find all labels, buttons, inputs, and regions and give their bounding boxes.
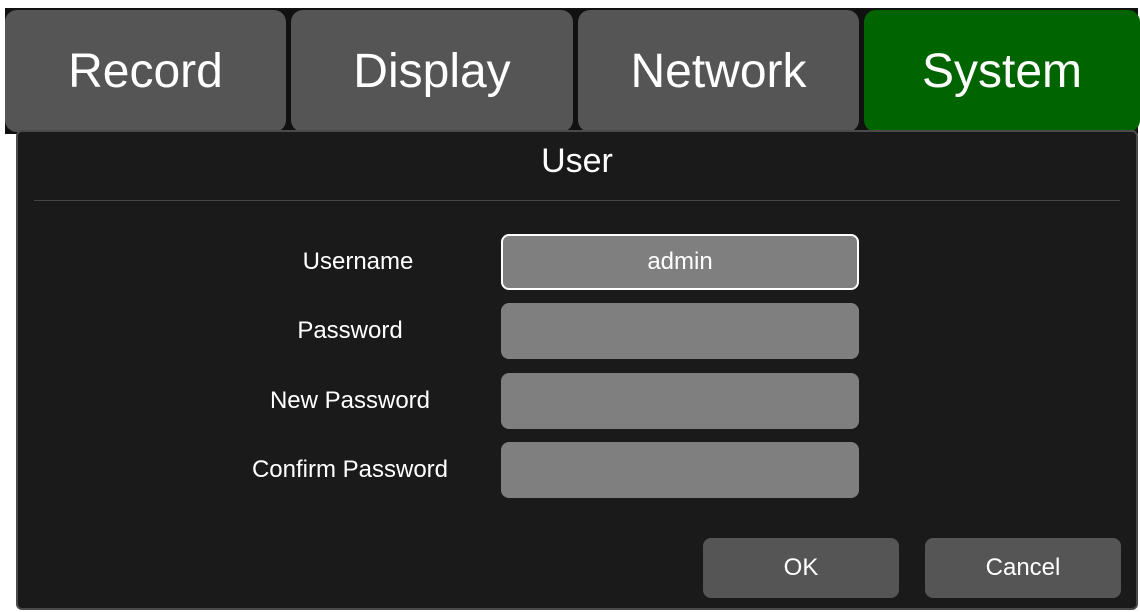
title-divider: [34, 200, 1120, 201]
tab-display[interactable]: Display: [291, 10, 573, 132]
password-field[interactable]: [501, 303, 859, 359]
tab-system[interactable]: System: [864, 10, 1140, 132]
tab-network[interactable]: Network: [578, 10, 859, 132]
ok-button[interactable]: OK: [703, 538, 899, 598]
new-password-field[interactable]: [501, 373, 859, 429]
confirm-password-field[interactable]: [501, 442, 859, 498]
cancel-button[interactable]: Cancel: [925, 538, 1121, 598]
settings-screen: Record Display Network System User Usern…: [0, 0, 1140, 612]
user-panel: User Username admin Password New Passwor…: [16, 130, 1138, 610]
tab-record[interactable]: Record: [5, 10, 286, 132]
username-field[interactable]: admin: [501, 234, 859, 290]
panel-title: User: [541, 142, 613, 180]
